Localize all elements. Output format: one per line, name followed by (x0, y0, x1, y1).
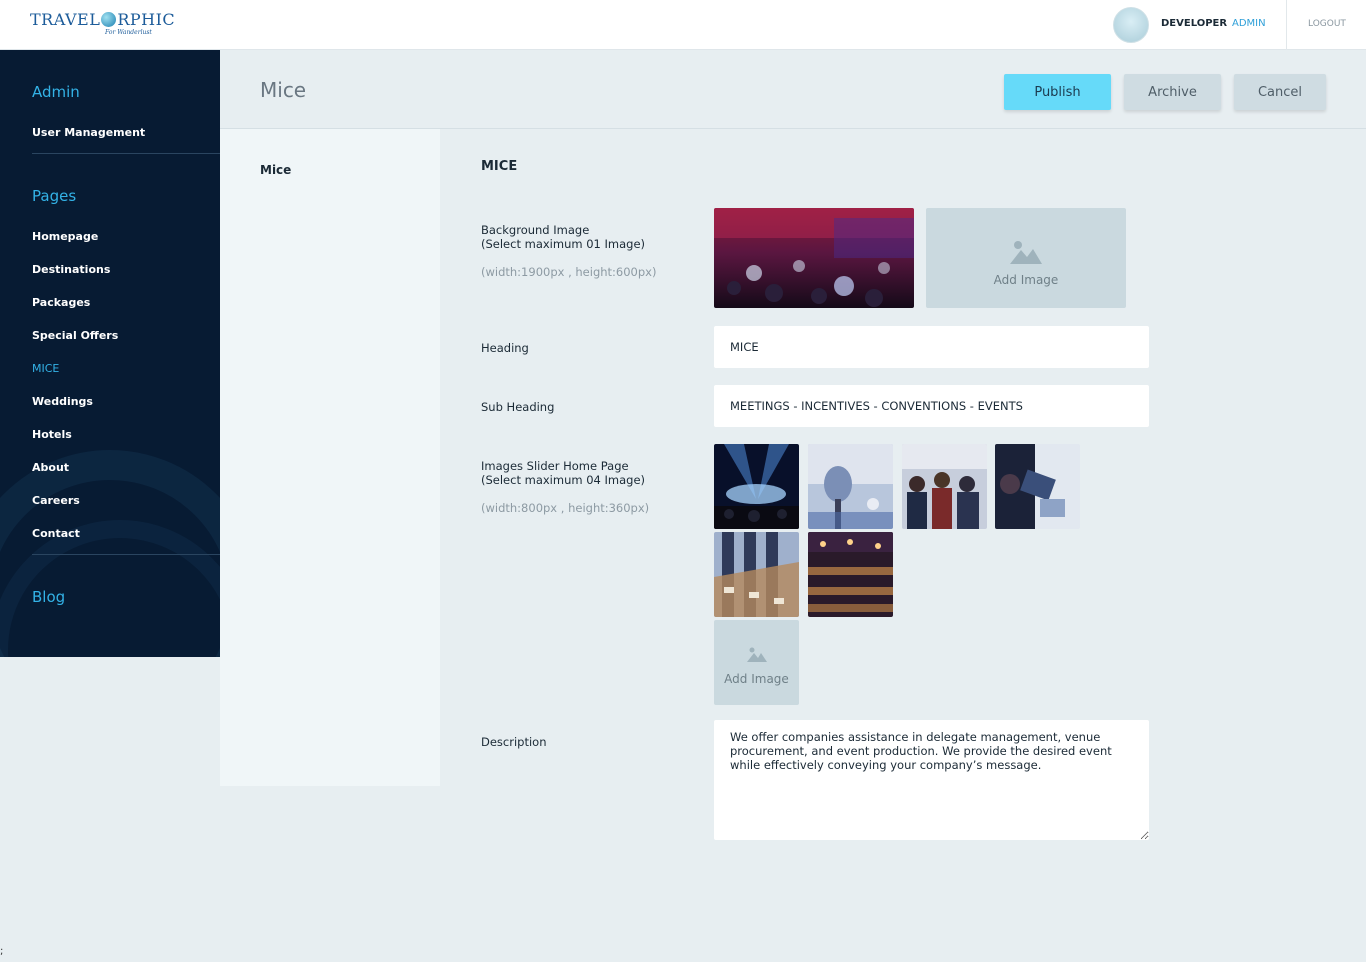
slider-image-thumbnail[interactable] (902, 444, 987, 529)
divider (32, 554, 220, 555)
publish-button[interactable]: Publish (1004, 74, 1111, 110)
sidebar-item-packages[interactable]: Packages (32, 296, 90, 309)
sidebar-heading-admin[interactable]: Admin (32, 83, 80, 101)
sub-heading-label: Sub Heading (481, 400, 555, 414)
logo[interactable]: TRAVEL RPHIC For Wanderlust (30, 10, 176, 36)
background-image-label-line2: (Select maximum 01 Image) (481, 237, 646, 251)
top-bar: TRAVEL RPHIC For Wanderlust DEVELOPER ADM… (0, 0, 1366, 50)
add-image-label: Add Image (724, 672, 789, 686)
heading-label: Heading (481, 341, 529, 355)
sidebar-item-contact[interactable]: Contact (32, 527, 80, 540)
sidebar-item-special-offers[interactable]: Special Offers (32, 329, 118, 342)
image-icon (1010, 241, 1042, 264)
sidebar-item-about[interactable]: About (32, 461, 69, 474)
logout-link[interactable]: LOGOUT (1308, 19, 1346, 29)
logo-text-left: TRAVEL (30, 10, 101, 29)
sidebar-item-careers[interactable]: Careers (32, 494, 80, 507)
slider-image-thumbnail[interactable] (714, 444, 799, 529)
sub-heading-input[interactable] (714, 385, 1149, 427)
avatar[interactable] (1113, 7, 1149, 43)
description-textarea[interactable]: We offer companies assistance in delegat… (714, 720, 1149, 840)
slider-image-thumbnail[interactable] (808, 444, 893, 529)
sidebar-heading-blog[interactable]: Blog (32, 588, 65, 606)
sidebar-item-mice[interactable]: MICE (32, 362, 59, 375)
description-label: Description (481, 735, 547, 749)
divider (32, 153, 220, 154)
heading-input[interactable] (714, 326, 1149, 368)
page-title: Mice (260, 78, 307, 102)
subnav-item-mice[interactable]: Mice (260, 163, 291, 177)
stray-text: ; (0, 946, 4, 957)
slider-images-label-line2: (Select maximum 04 Image) (481, 473, 646, 487)
cancel-button[interactable]: Cancel (1234, 74, 1326, 110)
slider-add-image-button[interactable]: Add Image (714, 620, 799, 705)
slider-images-hint: (width:800px , height:360px) (481, 501, 650, 515)
logo-text-right: RPHIC (117, 10, 176, 29)
slider-images-label: Images Slider Home Page (Select maximum … (481, 459, 645, 487)
globe-icon (101, 12, 117, 27)
sidebar-item-destinations[interactable]: Destinations (32, 263, 110, 276)
sidebar-item-weddings[interactable]: Weddings (32, 395, 93, 408)
divider (1286, 0, 1287, 50)
background-image-hint: (width:1900px , height:600px) (481, 265, 657, 279)
background-image-thumbnail[interactable] (714, 208, 914, 308)
subnav-panel: Mice (220, 129, 440, 786)
background-image-label: Background Image (Select maximum 01 Imag… (481, 223, 645, 251)
add-image-label: Add Image (993, 273, 1059, 287)
background-image-label-line1: Background Image (481, 223, 590, 237)
sidebar-item-hotels[interactable]: Hotels (32, 428, 72, 441)
slider-image-thumbnail[interactable] (714, 532, 799, 617)
slider-image-thumbnail[interactable] (995, 444, 1080, 529)
slider-images-label-line1: Images Slider Home Page (481, 459, 629, 473)
sidebar: Admin User Management Pages Homepage Des… (0, 50, 220, 657)
sidebar-item-homepage[interactable]: Homepage (32, 230, 98, 243)
slider-image-thumbnail[interactable] (808, 532, 893, 617)
sidebar-item-user-management[interactable]: User Management (32, 126, 145, 139)
logo-tagline: For Wanderlust (105, 29, 152, 36)
image-icon (746, 647, 767, 662)
user-name: DEVELOPER (1161, 18, 1228, 29)
background-add-image-button[interactable]: Add Image (926, 208, 1126, 308)
user-role: ADMIN (1232, 18, 1266, 29)
sidebar-heading-pages[interactable]: Pages (32, 187, 76, 205)
section-title: MICE (481, 159, 518, 174)
archive-button[interactable]: Archive (1124, 74, 1221, 110)
